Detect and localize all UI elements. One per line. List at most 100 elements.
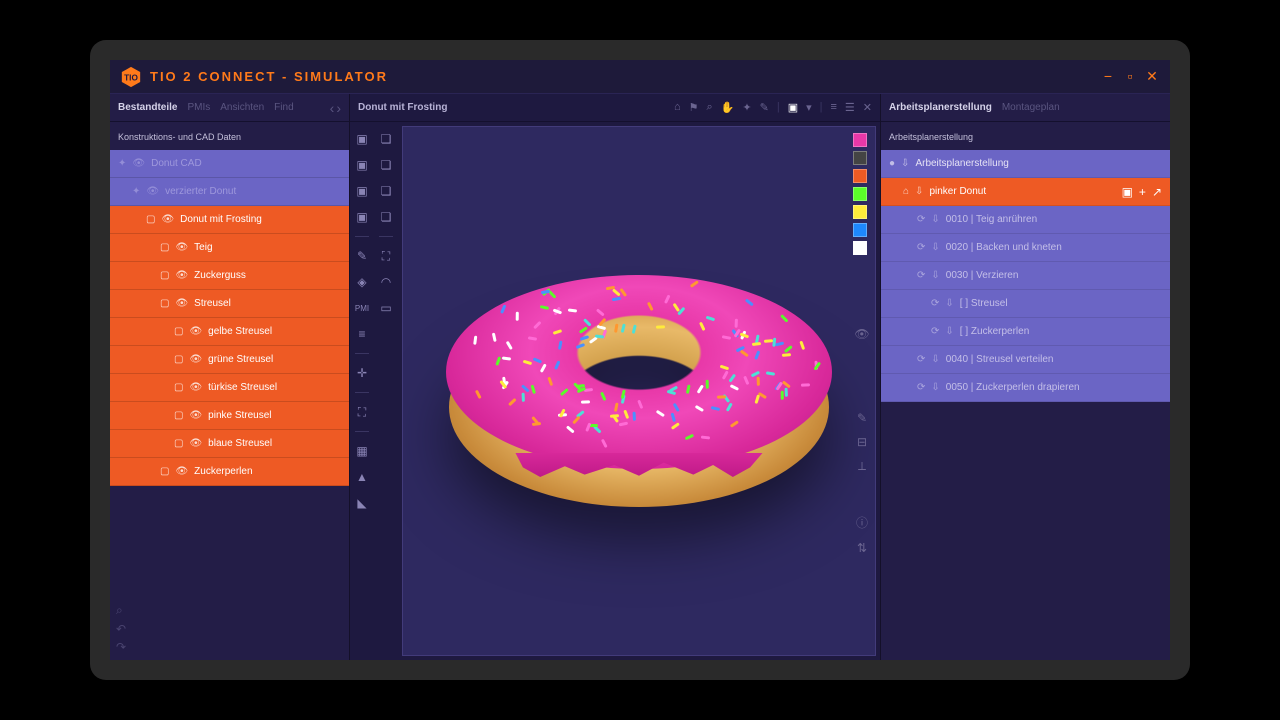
rect-tool-icon[interactable]: ▭ (377, 299, 395, 317)
add-icon[interactable]: + (1139, 185, 1146, 199)
tree-item[interactable]: ▢👁pinke Streusel (110, 402, 349, 430)
dropdown-icon[interactable]: ▾ (806, 101, 812, 114)
tree-item[interactable]: ▢👁blaue Streusel (110, 430, 349, 458)
external-icon[interactable]: ↗ (1152, 185, 1162, 199)
tab-ansichten[interactable]: Ansichten (220, 102, 264, 113)
center-panel: Donut mit Frosting ⌂ ⚑ ⌕ ✋ ✦ ✎ | ▣ ▾ | ≡… (350, 94, 880, 660)
eye-icon[interactable]: 👁 (189, 382, 202, 393)
zoom-icon[interactable]: ⌕ (707, 101, 713, 114)
tree-item[interactable]: ▢👁Teig (110, 234, 349, 262)
mirror-tool-icon[interactable]: ◣ (353, 494, 371, 512)
expand-tool-icon[interactable]: ⛶ (353, 403, 371, 421)
undo-icon[interactable]: ↶ (116, 622, 343, 636)
camera-tool4-icon[interactable]: ▣ (353, 208, 371, 226)
tab-find[interactable]: Find (274, 102, 293, 113)
updown-tool-icon[interactable]: ⇅ (853, 541, 871, 555)
star-icon[interactable]: ✦ (742, 101, 751, 114)
color-swatch[interactable] (853, 187, 867, 201)
plan-item[interactable]: ●⇩Arbeitsplanerstellung (881, 150, 1170, 178)
plan-item[interactable]: ⟳⇩0040 | Streusel verteilen (881, 346, 1170, 374)
eye-icon[interactable]: 👁 (175, 298, 188, 309)
nav-prev-icon[interactable]: ‹ (330, 100, 335, 116)
tab-pmis[interactable]: PMIs (187, 102, 210, 113)
eye-icon[interactable]: 👁 (189, 326, 202, 337)
triangle-tool-icon[interactable]: ▲ (353, 468, 371, 486)
label-tool-icon[interactable]: ◈ (353, 273, 371, 291)
download-icon: ⇩ (931, 214, 939, 225)
tree-item-label: grüne Streusel (208, 354, 273, 365)
tree-item[interactable]: ▢👁Streusel (110, 290, 349, 318)
split-tool-icon[interactable]: ⊟ (853, 435, 871, 449)
eye-icon[interactable]: 👁 (146, 186, 159, 197)
pen-tool-icon[interactable]: ✎ (853, 411, 871, 425)
flag-icon[interactable]: ⚑ (689, 101, 699, 114)
color-swatch[interactable] (853, 133, 867, 147)
eye-icon[interactable]: 👁 (175, 466, 188, 477)
tree-item[interactable]: ▢👁gelbe Streusel (110, 318, 349, 346)
tab-arbeitsplan[interactable]: Arbeitsplanerstellung (889, 102, 992, 113)
tree-item[interactable]: ▢👁Donut mit Frosting (110, 206, 349, 234)
cube-tool-icon[interactable]: ❏ (377, 130, 395, 148)
tree-item[interactable]: ▢👁Zuckerperlen (110, 458, 349, 486)
measure-tool-icon[interactable]: ⟂ (853, 459, 871, 474)
tree-item[interactable]: ▢👁türkise Streusel (110, 374, 349, 402)
chat-icon[interactable]: ✎ (760, 101, 769, 114)
fullscreen-tool-icon[interactable]: ⛶ (377, 247, 395, 265)
minimize-button[interactable]: − (1100, 68, 1116, 85)
color-swatch[interactable] (853, 205, 867, 219)
search-icon[interactable]: ⌕ (116, 603, 343, 618)
color-swatch[interactable] (853, 223, 867, 237)
app-window: TIO TIO 2 CONNECT - SIMULATOR − ▫ ✕ Best… (90, 40, 1190, 680)
color-swatch[interactable] (853, 169, 867, 183)
cube-tool3-icon[interactable]: ❏ (377, 182, 395, 200)
color-swatch[interactable] (853, 241, 867, 255)
tree-item[interactable]: ✦👁Donut CAD (110, 150, 349, 178)
tab-montageplan[interactable]: Montageplan (1002, 102, 1060, 113)
left-tool-column: ▣ ▣ ▣ ▣ ✎ ◈ PMI ≡ ✛ ⛶ ▦ ▲ ◣ (350, 122, 374, 660)
close-button[interactable]: ✕ (1144, 68, 1160, 85)
redo-icon[interactable]: ↷ (116, 640, 343, 654)
plan-item[interactable]: ⟳⇩0030 | Verzieren (881, 262, 1170, 290)
camera-icon[interactable]: ▣ (788, 101, 798, 114)
plan-item[interactable]: ⟳⇩[ ] Zuckerperlen (881, 318, 1170, 346)
grid-icon[interactable]: ☰ (845, 101, 855, 114)
nav-next-icon[interactable]: › (336, 100, 341, 116)
maximize-button[interactable]: ▫ (1122, 68, 1138, 85)
camera-tool-icon[interactable]: ▣ (353, 130, 371, 148)
layers-tool-icon[interactable]: ▦ (353, 442, 371, 460)
plan-item[interactable]: ⟳⇩0050 | Zuckerperlen drapieren (881, 374, 1170, 402)
camera-tool2-icon[interactable]: ▣ (353, 156, 371, 174)
info-tool-icon[interactable]: ⓘ (853, 514, 871, 531)
eye-icon[interactable]: 👁 (161, 214, 174, 225)
tree-item[interactable]: ▢👁Zuckerguss (110, 262, 349, 290)
eye-icon[interactable]: 👁 (175, 242, 188, 253)
plan-item[interactable]: ⟳⇩0010 | Teig anrühren (881, 206, 1170, 234)
plan-item[interactable]: ⌂⇩pinker Donut▣+↗ (881, 178, 1170, 206)
tab-bestandteile[interactable]: Bestandteile (118, 102, 177, 113)
cube-tool4-icon[interactable]: ❏ (377, 208, 395, 226)
tag-icon[interactable]: ⌂ (674, 101, 681, 114)
picker-tool-icon[interactable]: ✛ (353, 364, 371, 382)
circle-tool-icon[interactable]: ◠ (377, 273, 395, 291)
edit-tool-icon[interactable]: ✎ (353, 247, 371, 265)
eye-icon[interactable]: 👁 (175, 270, 188, 281)
close-viewport-icon[interactable]: ✕ (863, 101, 872, 114)
cube-tool2-icon[interactable]: ❏ (377, 156, 395, 174)
eye-icon[interactable]: 👁 (132, 158, 145, 169)
camera-tool3-icon[interactable]: ▣ (353, 182, 371, 200)
eye-tool-icon[interactable]: 👁 (853, 327, 871, 341)
hand-icon[interactable]: ✋ (721, 101, 735, 114)
plan-item[interactable]: ⟳⇩[ ] Streusel (881, 290, 1170, 318)
camera-icon[interactable]: ▣ (1122, 185, 1133, 199)
menu-tool-icon[interactable]: ≡ (353, 325, 371, 343)
eye-icon[interactable]: 👁 (189, 410, 202, 421)
color-swatch[interactable] (853, 151, 867, 165)
eye-icon[interactable]: 👁 (189, 354, 202, 365)
3d-viewport[interactable]: 👁 ✎ ⊟ ⟂ ⓘ ⇅ (402, 126, 876, 656)
tree-item[interactable]: ✦👁verzierter Donut (110, 178, 349, 206)
pmi-tool-icon[interactable]: PMI (353, 299, 371, 317)
tree-item[interactable]: ▢👁grüne Streusel (110, 346, 349, 374)
list-icon[interactable]: ≡ (830, 101, 836, 114)
plan-item[interactable]: ⟳⇩0020 | Backen und kneten (881, 234, 1170, 262)
eye-icon[interactable]: 👁 (189, 438, 202, 449)
